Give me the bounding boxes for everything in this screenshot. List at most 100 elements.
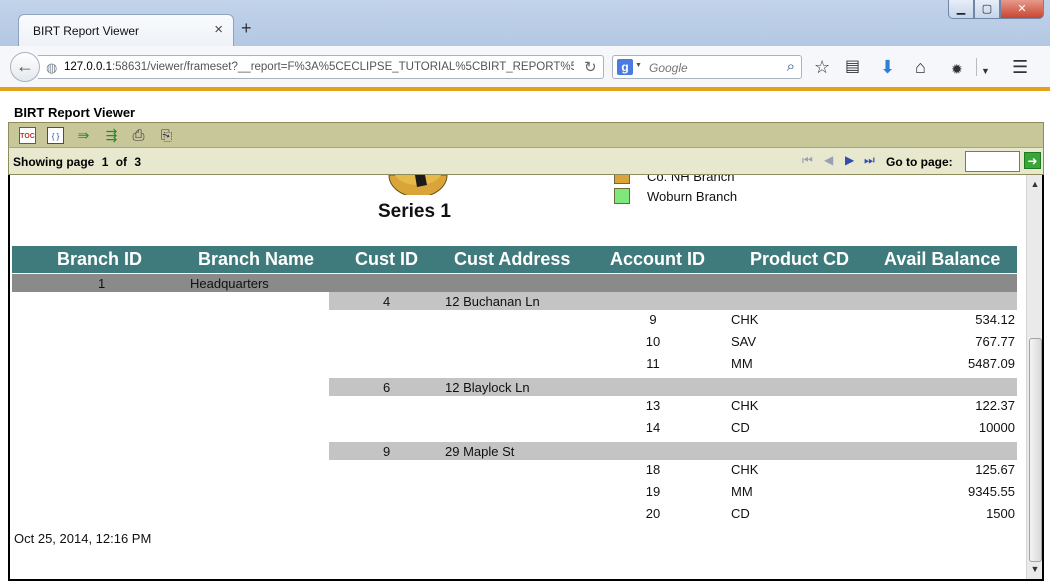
goto-page-input[interactable] (965, 151, 1020, 172)
total-pages: 3 (134, 155, 142, 169)
url-bar[interactable]: ◍ 127.0.0.1:58631/viewer/frameset?__repo… (38, 55, 604, 79)
balance-cell: 767.77 (975, 334, 1015, 349)
legend-label: Woburn Branch (647, 189, 738, 204)
report-scrollbar[interactable]: ▲ ▼ (1026, 175, 1042, 579)
account-id-cell: 18 (645, 462, 661, 477)
cust-address-cell: 12 Blaylock Ln (445, 380, 530, 395)
previous-page-icon[interactable]: ◀ (824, 153, 833, 167)
viewer-toolbar: TOC { } ⇛ ⇶ ⎙ ⎘ (8, 122, 1044, 148)
balance-cell: 5487.09 (968, 356, 1015, 371)
search-bar[interactable]: g ▼ Google ⌕ (612, 55, 802, 79)
goto-page-label: Go to page: (886, 155, 953, 169)
search-icon[interactable]: ⌕ (787, 58, 795, 75)
first-page-icon[interactable]: ⏮ (802, 153, 813, 167)
scroll-down-icon[interactable]: ▼ (1027, 561, 1042, 578)
menu-icon[interactable]: ☰ (1012, 57, 1028, 77)
back-button[interactable]: ← (10, 52, 40, 82)
cust-id-cell: 4 (383, 294, 391, 309)
reading-list-icon[interactable]: ▤ (845, 57, 860, 77)
search-engine-dropdown-icon[interactable]: ▼ (635, 62, 642, 69)
close-window-button[interactable]: ✕ (1000, 0, 1044, 19)
new-tab-button[interactable]: + (241, 19, 252, 37)
page-info: Showing page 1 of 3 (13, 155, 145, 169)
back-arrow-icon: ← (16, 56, 34, 76)
tab-title: BIRT Report Viewer (33, 24, 140, 38)
column-header-cust-address: Cust Address (454, 249, 571, 269)
report-footer-date: Oct 25, 2014, 12:16 PM (14, 531, 152, 546)
toc-icon[interactable]: TOC (19, 127, 36, 144)
scroll-up-icon[interactable]: ▲ (1027, 176, 1042, 193)
legend-label: Co. NH Branch (647, 175, 735, 184)
scrollbar-thumb[interactable] (1029, 338, 1042, 562)
addon-icon[interactable]: ✹ (951, 59, 963, 79)
page-navigation-bar: Showing page 1 of 3 ⏮ ◀ ▶ ⏭ Go to page: … (8, 148, 1044, 175)
tab-close-icon[interactable]: × (214, 21, 223, 38)
balance-cell: 9345.55 (968, 484, 1015, 499)
product-cd-cell: CHK (731, 462, 759, 477)
next-page-icon[interactable]: ▶ (845, 153, 854, 167)
google-icon[interactable]: g (617, 59, 633, 75)
customer-row (329, 378, 1017, 396)
pie-chart-icon (388, 175, 448, 195)
url-host: 127.0.0.1 (64, 61, 112, 73)
product-cd-cell: CD (731, 506, 750, 521)
chart-series-label: Series 1 (378, 201, 451, 222)
balance-cell: 10000 (978, 420, 1015, 435)
viewer-title: BIRT Report Viewer (14, 105, 136, 120)
account-id-cell: 13 (645, 398, 661, 413)
print-icon[interactable]: ⎙ (130, 127, 147, 144)
column-header-branch-name: Branch Name (198, 249, 315, 269)
maximize-button[interactable]: ▢ (974, 0, 1000, 19)
url-text[interactable]: 127.0.0.1:58631/viewer/frameset?__report… (64, 61, 574, 73)
minimize-button[interactable]: ▁ (948, 0, 974, 19)
goto-page-arrow-icon[interactable]: ➜ (1024, 152, 1041, 169)
cust-id-cell: 9 (383, 444, 391, 459)
addon-dropdown-icon[interactable]: ▼ (981, 61, 990, 81)
current-page: 1 (101, 155, 109, 169)
table-header: Branch ID Branch Name Cust ID Cust Addre… (12, 246, 1017, 273)
cust-id-cell: 6 (383, 380, 391, 395)
account-id-cell: 10 (645, 334, 661, 349)
column-header-branch-id: Branch ID (57, 249, 143, 269)
parameters-icon[interactable]: { } (47, 127, 64, 144)
column-header-avail-balance: Avail Balance (884, 249, 1001, 269)
account-id-cell: 19 (645, 484, 661, 499)
browser-tab[interactable]: BIRT Report Viewer × (18, 14, 234, 46)
cust-address-cell: 29 Maple St (445, 444, 515, 459)
reload-icon[interactable]: ↻ (584, 58, 597, 76)
balance-cell: 122.37 (975, 398, 1015, 413)
account-id-cell: 20 (645, 506, 661, 521)
balance-cell: 125.67 (975, 462, 1015, 477)
report-viewer: BIRT Report Viewer TOC { } ⇛ ⇶ ⎙ ⎘ Showi… (0, 91, 1050, 588)
url-path: :58631/viewer/frameset?__report=F%3A%5CE… (111, 61, 574, 73)
column-header-cust-id: Cust ID (355, 249, 418, 269)
page-info-of: of (115, 155, 128, 169)
branch-name-cell: Headquarters (190, 276, 269, 291)
download-icon[interactable]: ⬇ (880, 57, 895, 77)
account-id-cell: 11 (646, 356, 660, 371)
legend-swatch (614, 188, 630, 204)
customer-row (329, 292, 1017, 310)
home-icon[interactable]: ⌂ (915, 57, 926, 77)
toolbar-separator (976, 58, 977, 76)
product-cd-cell: SAV (731, 334, 757, 349)
report-frame: Series 1 Co. NH Branch Woburn Branch Bran… (8, 175, 1044, 581)
export-data-icon[interactable]: ⇛ (75, 127, 92, 144)
search-placeholder[interactable]: Google (649, 61, 688, 75)
product-cd-cell: CHK (731, 398, 759, 413)
cust-address-cell: 12 Buchanan Ln (445, 294, 540, 309)
customer-row (329, 442, 1017, 460)
account-id-cell: 9 (649, 312, 657, 327)
window-controls: ▁ ▢ ✕ (948, 0, 1044, 20)
bookmark-star-icon[interactable]: ☆ (814, 57, 830, 77)
last-page-icon[interactable]: ⏭ (864, 153, 875, 167)
column-header-account-id: Account ID (610, 249, 706, 269)
browser-navbar: ◍ 127.0.0.1:58631/viewer/frameset?__repo… (0, 46, 1050, 88)
product-cd-cell: CD (731, 420, 750, 435)
product-cd-cell: MM (731, 484, 753, 499)
print-server-icon[interactable]: ⎘ (158, 127, 175, 144)
export-report-icon[interactable]: ⇶ (103, 127, 120, 144)
legend-swatch (614, 175, 630, 184)
balance-cell: 1500 (986, 506, 1015, 521)
globe-icon: ◍ (46, 60, 58, 75)
